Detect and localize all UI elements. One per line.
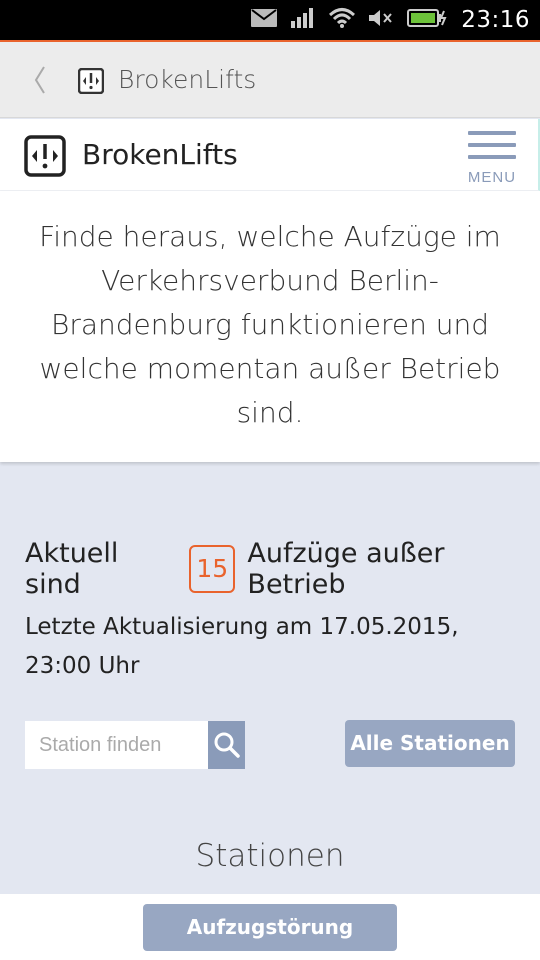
wifi-icon bbox=[329, 7, 356, 34]
search-button[interactable] bbox=[208, 721, 245, 769]
station-search-input[interactable] bbox=[25, 721, 208, 769]
menu-label: MENU bbox=[467, 169, 517, 186]
all-stations-button[interactable]: Alle Stationen bbox=[345, 720, 515, 767]
brand-logo-icon[interactable] bbox=[24, 135, 66, 177]
back-button[interactable] bbox=[30, 64, 50, 96]
site-navbar: BrokenLifts MENU bbox=[0, 119, 540, 191]
brokenlifts-logo-icon bbox=[77, 67, 105, 95]
outage-count-badge: 15 bbox=[189, 545, 236, 593]
stations-heading: Stationen bbox=[195, 838, 345, 874]
search-icon bbox=[214, 732, 240, 758]
footer-bar: Aufzugstörung melden bbox=[0, 894, 540, 960]
chevron-left-icon bbox=[34, 66, 45, 94]
mail-icon bbox=[251, 8, 278, 32]
hamburger-icon bbox=[468, 131, 516, 135]
battery-icon bbox=[407, 8, 447, 32]
summary-suffix: Aufzüge außer Betrieb bbox=[247, 538, 445, 600]
app-title: BrokenLifts bbox=[118, 65, 257, 94]
intro-text: Finde heraus, welche Aufzüge im Verkehrs… bbox=[39, 220, 501, 429]
brand-name[interactable]: BrokenLifts bbox=[82, 138, 238, 171]
report-outage-button[interactable]: Aufzugstörung melden bbox=[143, 904, 397, 951]
menu-button[interactable]: MENU bbox=[466, 131, 518, 187]
signal-icon bbox=[291, 7, 315, 33]
last-update-text: Letzte Aktualisierung am 17.05.2015, 23:… bbox=[25, 614, 459, 679]
mute-icon bbox=[369, 9, 393, 32]
outage-summary: Aktuell sind 15 Aufzüge außer Betrieb bbox=[25, 538, 540, 600]
summary-prefix: Aktuell sind bbox=[25, 538, 119, 600]
intro-panel: Finde heraus, welche Aufzüge im Verkehrs… bbox=[0, 191, 540, 462]
app-bar: BrokenLifts bbox=[0, 42, 540, 118]
clock: 23:16 bbox=[461, 7, 530, 33]
status-icons: 23:16 bbox=[251, 0, 530, 40]
status-bar: 23:16 bbox=[0, 0, 540, 40]
